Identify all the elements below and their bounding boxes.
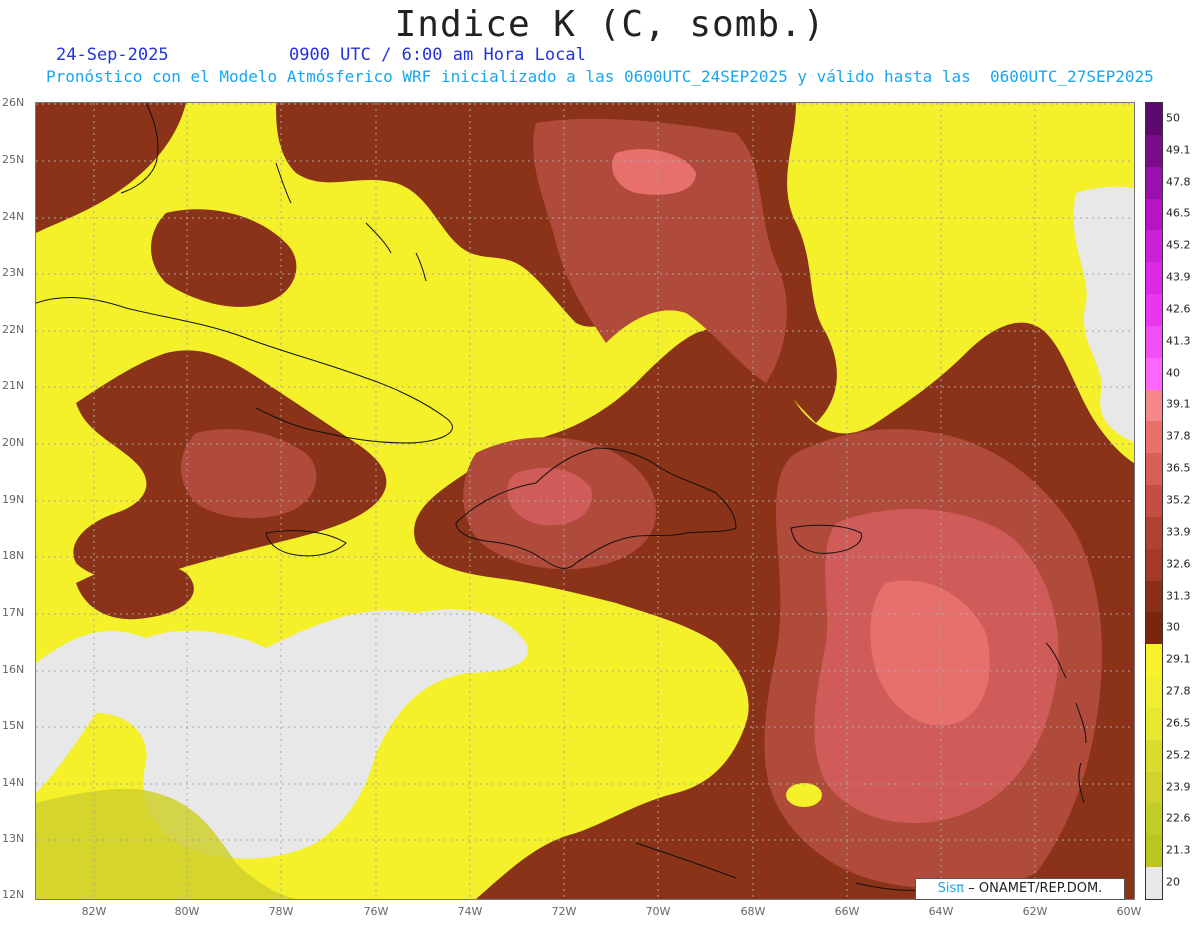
colorbar-label: 35.2 [1166, 493, 1191, 507]
lat-label-20n: 20N [2, 436, 25, 449]
lon-label-66w: 66W [834, 905, 860, 918]
forecast-description: Pronóstico con el Modelo Atmósferico WRF… [46, 67, 1154, 86]
map-title: Indice K (C, somb.) [394, 4, 826, 45]
coast-bahamas-3 [415, 252, 427, 282]
colorbar-label: 46.5 [1166, 206, 1191, 220]
colorbar-label: 40 [1166, 366, 1180, 380]
credit-box: Sisπ – ONAMET/REP.DOM. [915, 878, 1125, 900]
lat-label-14n: 14N [2, 776, 25, 789]
yellow-blob-2 [522, 403, 550, 423]
colorbar-label: 25.2 [1166, 748, 1191, 762]
colorbar-label: 23.9 [1166, 780, 1191, 794]
colorbar-swatch [1146, 644, 1162, 677]
lon-label-62w: 62W [1022, 905, 1048, 918]
colorbar-label: 37.8 [1166, 429, 1191, 443]
colorbar-swatch [1146, 771, 1162, 804]
colorbar-label: 43.9 [1166, 270, 1191, 284]
colorbar-swatch [1146, 198, 1162, 231]
colorbar-swatch [1146, 739, 1162, 773]
lat-label-23n: 23N [2, 266, 25, 279]
colorbar-label: 42.6 [1166, 302, 1191, 316]
lon-label-68w: 68W [740, 905, 766, 918]
brown-region-bahamas [151, 209, 297, 307]
colorbar-label: 47.8 [1166, 175, 1191, 189]
colorbar-swatch [1146, 516, 1162, 550]
colorbar-swatch [1146, 230, 1162, 263]
colorbar-label: 27.8 [1166, 684, 1191, 698]
colorbar [1145, 102, 1163, 900]
lat-label-13n: 13N [2, 832, 25, 845]
colorbar-swatch [1146, 389, 1162, 422]
lat-label-17n: 17N [2, 606, 25, 619]
colorbar-swatch [1146, 262, 1162, 295]
forecast-time: 0900 UTC / 6:00 am Hora Local [289, 45, 586, 65]
brown-region-northwest [36, 103, 186, 233]
forecast-date: 24-Sep-2025 [56, 45, 169, 65]
colorbar-swatch [1146, 867, 1162, 900]
lat-label-12n: 12N [2, 888, 25, 901]
lat-label-19n: 19N [2, 493, 25, 506]
colorbar-label: 22.6 [1166, 811, 1191, 825]
colorbar-swatch [1146, 103, 1162, 136]
colorbar-swatch [1146, 166, 1162, 199]
colorbar-swatch [1146, 676, 1162, 709]
colorbar-label: 50 [1166, 111, 1180, 125]
k-index-field [36, 103, 1134, 899]
coast-bahamas-1 [275, 162, 292, 204]
lat-label-22n: 22N [2, 323, 25, 336]
colorbar-swatch [1146, 707, 1162, 741]
lon-label-80w: 80W [174, 905, 200, 918]
colorbar-label: 36.5 [1166, 461, 1191, 475]
lat-label-16n: 16N [2, 663, 25, 676]
colorbar-swatch [1146, 548, 1162, 582]
lat-label-18n: 18N [2, 549, 25, 562]
lon-label-70w: 70W [645, 905, 671, 918]
coast-bahamas-2 [365, 222, 392, 254]
lon-label-72w: 72W [551, 905, 577, 918]
lon-label-78w: 78W [268, 905, 294, 918]
colorbar-label: 31.3 [1166, 589, 1191, 603]
colorbar-label: 30 [1166, 620, 1180, 634]
colorbar-label: 26.5 [1166, 716, 1191, 730]
colorbar-label: 45.2 [1166, 238, 1191, 252]
colorbar-label: 41.3 [1166, 334, 1191, 348]
colorbar-label: 32.6 [1166, 557, 1191, 571]
lat-label-26n: 26N [2, 96, 25, 109]
credit-text: – ONAMET/REP.DOM. [968, 881, 1103, 896]
colorbar-label: 21.3 [1166, 843, 1191, 857]
colorbar-label: 29.1 [1166, 652, 1191, 666]
colorbar-swatch [1146, 485, 1162, 518]
colorbar-label: 49.1 [1166, 143, 1191, 157]
lat-label-25n: 25N [2, 153, 25, 166]
lat-label-24n: 24N [2, 210, 25, 223]
colorbar-swatch [1146, 134, 1162, 168]
colorbar-swatch [1146, 421, 1162, 454]
lon-label-82w: 82W [81, 905, 107, 918]
lat-label-21n: 21N [2, 379, 25, 392]
colorbar-swatch [1146, 357, 1162, 391]
lat-label-15n: 15N [2, 719, 25, 732]
colorbar-swatch [1146, 612, 1162, 645]
date-line: 24-Sep-2025 0900 UTC / 6:00 am Hora Local [56, 45, 586, 65]
colorbar-label: 33.9 [1166, 525, 1191, 539]
colorbar-swatch [1146, 835, 1162, 868]
lon-label-76w: 76W [363, 905, 389, 918]
colorbar-label: 39.1 [1166, 397, 1191, 411]
colorbar-swatch [1146, 453, 1162, 486]
colorbar-swatch [1146, 580, 1162, 613]
credit-brand: Sisπ [937, 881, 965, 896]
colorbar-label: 20 [1166, 875, 1180, 889]
lon-label-60w: 60W [1116, 905, 1142, 918]
lon-label-74w: 74W [457, 905, 483, 918]
colorbar-swatch [1146, 325, 1162, 359]
colorbar-swatch [1146, 294, 1162, 327]
yellow-blob-1 [786, 783, 822, 807]
lon-label-64w: 64W [928, 905, 954, 918]
k-index-map [35, 102, 1135, 900]
colorbar-swatch [1146, 803, 1162, 836]
